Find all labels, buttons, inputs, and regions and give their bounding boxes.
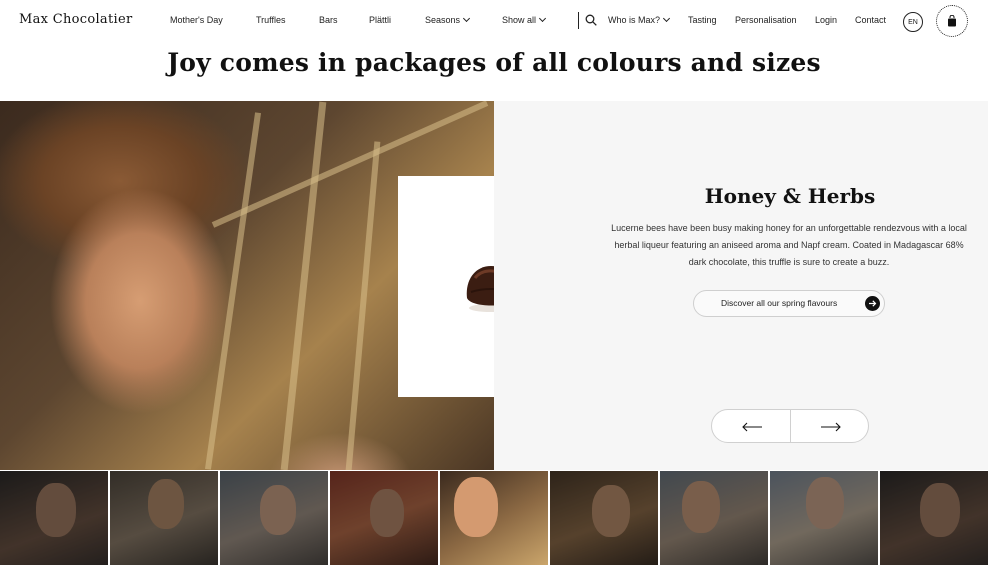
shopping-bag-icon	[948, 15, 956, 27]
nav-item-personalisation[interactable]: Personalisation	[735, 15, 797, 25]
brand-logo[interactable]: Max Chocolatier	[19, 12, 132, 27]
cart-button[interactable]	[936, 5, 968, 37]
nav-item-mothers-day[interactable]: Mother's Day	[170, 15, 223, 25]
arrow-left-icon	[741, 422, 762, 432]
carousel-next-button[interactable]	[791, 410, 868, 442]
arrow-right-icon	[820, 422, 841, 432]
language-switcher[interactable]: EN	[903, 12, 923, 32]
railing-bar	[204, 112, 262, 470]
nav-divider	[578, 12, 579, 29]
thumbnail-face	[454, 477, 498, 537]
thumbnail-face	[920, 483, 960, 537]
discover-flavours-label: Discover all our spring flavours	[721, 298, 838, 308]
railing-bar	[345, 141, 381, 470]
thumbnail-1[interactable]	[0, 471, 108, 565]
thumbnail-face	[592, 485, 630, 537]
nav-item-plattli[interactable]: Plättli	[369, 15, 391, 25]
thumbnail-face	[806, 477, 844, 529]
top-navigation: Max Chocolatier Mother's Day Truffles Ba…	[0, 0, 988, 40]
nav-item-login[interactable]: Login	[815, 15, 837, 25]
chevron-down-icon	[662, 14, 671, 23]
arrow-right-icon	[865, 296, 880, 311]
thumbnail-face	[260, 485, 296, 535]
chevron-down-icon	[462, 14, 471, 23]
nav-item-contact[interactable]: Contact	[855, 15, 886, 25]
thumbnail-5-active[interactable]	[440, 471, 548, 565]
feature-title: Honey & Herbs	[704, 184, 876, 208]
thumbnail-3[interactable]	[220, 471, 328, 565]
carousel-pager	[711, 409, 869, 443]
thumbnail-8[interactable]	[770, 471, 878, 565]
thumbnail-6[interactable]	[550, 471, 658, 565]
thumbnail-9[interactable]	[880, 471, 988, 565]
thumbnail-strip	[0, 471, 988, 565]
feature-description: Lucerne bees have been busy making honey…	[611, 223, 967, 267]
nav-item-tasting[interactable]: Tasting	[688, 15, 717, 25]
thumbnail-4[interactable]	[330, 471, 438, 565]
thumbnail-face	[370, 489, 404, 537]
thumbnail-7[interactable]	[660, 471, 768, 565]
nav-item-truffles[interactable]: Truffles	[256, 15, 286, 25]
railing-bar	[280, 101, 327, 470]
thumbnail-face	[682, 481, 720, 533]
chevron-down-icon	[538, 14, 547, 23]
thumbnail-2[interactable]	[110, 471, 218, 565]
nav-item-seasons[interactable]: Seasons	[425, 14, 471, 25]
nav-item-show-all[interactable]: Show all	[502, 14, 547, 25]
thumbnail-face	[148, 479, 184, 529]
carousel-prev-button[interactable]	[712, 410, 791, 442]
nav-item-who-is-max[interactable]: Who is Max?	[608, 14, 671, 25]
thumbnail-face	[36, 483, 76, 537]
discover-flavours-button[interactable]: Discover all our spring flavours	[693, 290, 885, 317]
search-icon[interactable]	[585, 14, 597, 26]
page-headline: Joy comes in packages of all colours and…	[167, 48, 821, 77]
nav-item-bars[interactable]: Bars	[319, 15, 338, 25]
